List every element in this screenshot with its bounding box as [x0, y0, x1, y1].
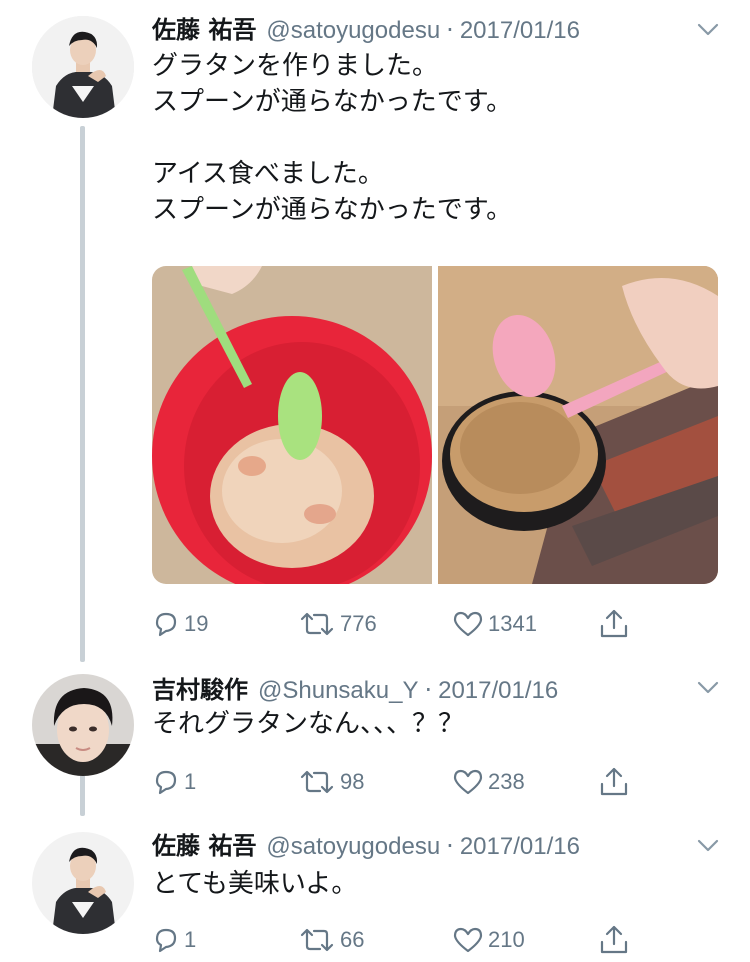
share-icon — [600, 925, 628, 954]
reply-count: 19 — [184, 611, 209, 636]
chevron-down-icon[interactable] — [696, 838, 720, 854]
retweet-count: 776 — [340, 611, 377, 636]
tweet-actions: 1 66 210 — [152, 922, 642, 958]
tweet-text: グラタンを作りました。 スプーンが通らなかったです。 アイス食べました。 スプー… — [152, 51, 513, 225]
tweet[interactable]: 佐藤 祐吾 @satoyugodesu · 2017/01/16 とても美味いよ… — [0, 818, 750, 962]
author-name[interactable]: 佐藤 祐吾 — [152, 826, 256, 861]
author-name[interactable]: 吉村駿作 — [152, 670, 248, 705]
author-handle[interactable]: @Shunsaku_Y — [258, 677, 418, 705]
tweet[interactable]: 吉村駿作 @Shunsaku_Y · 2017/01/16 それグラタンなん、、… — [0, 660, 750, 810]
tweet-media[interactable] — [152, 266, 718, 584]
reply-button[interactable]: 1 — [152, 922, 196, 958]
retweet-button[interactable]: 776 — [298, 606, 377, 642]
author-handle[interactable]: @satoyugodesu — [266, 833, 440, 861]
tweet[interactable]: 佐藤 祐吾 @satoyugodesu · 2017/01/16 グラタンを作り… — [0, 0, 750, 660]
share-button[interactable] — [598, 764, 630, 800]
tweet-header: 佐藤 祐吾 @satoyugodesu · 2017/01/16 — [152, 826, 580, 862]
reply-button[interactable]: 19 — [152, 606, 208, 642]
avatar[interactable] — [32, 674, 134, 776]
tweet-date[interactable]: 2017/01/16 — [438, 677, 558, 705]
separator-dot: · — [446, 832, 454, 860]
chevron-down-icon[interactable] — [696, 680, 720, 696]
author-handle[interactable]: @satoyugodesu — [266, 17, 440, 45]
like-button[interactable]: 238 — [452, 764, 525, 800]
gratin-photo[interactable] — [152, 266, 432, 584]
tweet-header: 吉村駿作 @Shunsaku_Y · 2017/01/16 — [152, 670, 558, 706]
share-button[interactable] — [598, 606, 630, 642]
tweet-actions: 19 776 1341 — [152, 606, 642, 642]
tweet-actions: 1 98 238 — [152, 764, 642, 800]
author-name[interactable]: 佐藤 祐吾 — [152, 10, 256, 45]
heart-icon — [453, 769, 483, 795]
retweet-button[interactable]: 66 — [298, 922, 364, 958]
reply-icon — [155, 928, 177, 953]
separator-dot: · — [424, 676, 433, 704]
retweet-button[interactable]: 98 — [298, 764, 364, 800]
reply-button[interactable]: 1 — [152, 764, 196, 800]
reply-icon — [155, 770, 177, 795]
tweet-text: それグラタンなん、、、？？ — [152, 709, 465, 739]
separator-dot: · — [446, 16, 454, 44]
like-button[interactable]: 1341 — [452, 606, 537, 642]
retweet-count: 66 — [340, 927, 365, 952]
share-icon — [600, 609, 628, 638]
tweet-date[interactable]: 2017/01/16 — [460, 17, 580, 45]
retweet-count: 98 — [340, 769, 365, 794]
tweet-header: 佐藤 祐吾 @satoyugodesu · 2017/01/16 — [152, 10, 580, 46]
tweet-photos — [152, 266, 718, 584]
share-button[interactable] — [598, 922, 630, 958]
tweet-text: とても美味いよ。 — [152, 869, 358, 899]
heart-icon — [453, 927, 483, 953]
share-icon — [600, 767, 628, 796]
chevron-down-icon[interactable] — [696, 22, 720, 38]
ice-cream-photo[interactable] — [438, 266, 718, 584]
reply-icon — [155, 612, 177, 637]
like-count: 210 — [488, 927, 525, 952]
reply-count: 1 — [184, 927, 197, 952]
avatar[interactable] — [32, 16, 134, 118]
like-count: 238 — [488, 769, 525, 794]
like-count: 1341 — [488, 611, 537, 636]
heart-icon — [453, 611, 483, 637]
retweet-icon — [300, 770, 334, 794]
tweet-date[interactable]: 2017/01/16 — [460, 833, 580, 861]
retweet-icon — [300, 612, 334, 636]
retweet-icon — [300, 928, 334, 952]
avatar[interactable] — [32, 832, 134, 934]
reply-count: 1 — [184, 769, 197, 794]
like-button[interactable]: 210 — [452, 922, 525, 958]
